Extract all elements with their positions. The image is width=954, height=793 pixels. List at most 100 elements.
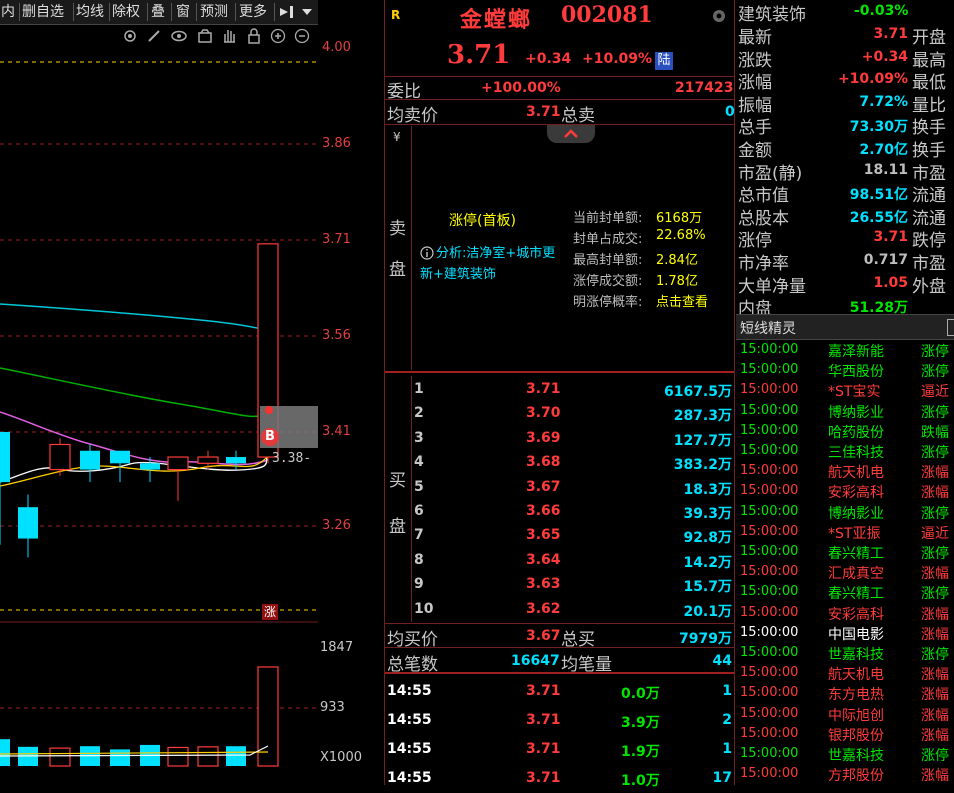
sprite-event-row[interactable]: 15:00:00 汇成真空 涨幅: [736, 562, 954, 582]
stats-panel: 建筑装饰 -0.03% 最新 3.71 开盘 涨跌 +0.34 最高 涨幅 +10.09% 最低…: [736, 0, 954, 785]
event-stock: 华西股份: [828, 364, 884, 381]
sprite-event-row[interactable]: 15:00:00 三佳科技 涨停: [736, 441, 954, 461]
volume-bar: [49, 747, 71, 767]
sprite-event-row[interactable]: 15:00:00 世嘉科技 涨停: [736, 744, 954, 764]
stat-label-right: 流通: [912, 208, 946, 229]
volume-axis-label: 1847: [320, 640, 354, 655]
sprite-event-row[interactable]: 15:00:00 春兴精工 涨停: [736, 582, 954, 602]
buy-order-row[interactable]: 3 3.69 127.7万: [385, 427, 734, 451]
event-stock: 银邦股份: [828, 727, 884, 744]
order-volume: 15.7万: [683, 579, 732, 596]
sprite-event-row[interactable]: 15:00:00 中际旭创 涨幅: [736, 704, 954, 724]
buy-order-row[interactable]: 1 3.71 6167.5万: [385, 378, 734, 402]
buy-order-row[interactable]: 5 3.67 18.3万: [385, 476, 734, 500]
candle-body[interactable]: [49, 443, 71, 471]
candle-body[interactable]: [110, 450, 130, 464]
buy-order-row[interactable]: 8 3.64 14.2万: [385, 549, 734, 573]
sprite-event-row[interactable]: 15:00:00 东方电热 涨幅: [736, 683, 954, 703]
buy-order-row[interactable]: 6 3.66 39.3万: [385, 500, 734, 524]
sprite-event-row[interactable]: 15:00:00 华西股份 涨停: [736, 360, 954, 380]
current-price-tag: 3.38-: [272, 451, 312, 466]
toolbar-item-remove-favorite[interactable]: 删自选: [22, 2, 64, 22]
event-type: 涨幅: [921, 768, 949, 785]
buy-order-row[interactable]: 7 3.65 92.8万: [385, 524, 734, 548]
event-type: 涨停: [921, 647, 949, 663]
sprite-event-row[interactable]: 15:00:00 哈药股份 跌幅: [736, 421, 954, 441]
sprite-event-row[interactable]: 15:00:00 中国电影 涨幅: [736, 623, 954, 643]
buy-order-row[interactable]: 2 3.70 287.3万: [385, 402, 734, 426]
stat-value: 7.72%: [859, 93, 908, 110]
sprite-event-row[interactable]: 15:00:00 *ST亚振 逼近: [736, 522, 954, 542]
buy-order-row[interactable]: 9 3.63 15.7万: [385, 573, 734, 597]
sprite-event-row[interactable]: 15:00:00 博纳影业 涨停: [736, 401, 954, 421]
volume-bar: [0, 739, 10, 766]
limit-up-marker: 涨: [262, 604, 278, 620]
seal-stat-value[interactable]: 点击查看: [656, 291, 708, 310]
sector-name[interactable]: 建筑装饰: [738, 0, 806, 25]
event-type: 涨停: [921, 404, 949, 421]
analysis-text[interactable]: 分析:洁净室+城市更新+建筑装饰: [420, 243, 560, 285]
tick-row: 14:55 3.71 1.9万 1: [385, 738, 734, 764]
stat-label: 总股本: [738, 208, 789, 229]
sprite-event-row[interactable]: 15:00:00 *ST宝实 逼近: [736, 380, 954, 400]
stat-value: 3.71: [873, 26, 908, 42]
total-buy-value: 7979万: [679, 631, 732, 647]
event-type: 涨停: [921, 546, 949, 562]
sprite-tab-edge[interactable]: [947, 319, 954, 336]
order-volume: 127.7万: [673, 432, 732, 449]
toolbar-item-ma[interactable]: 均线: [76, 2, 104, 22]
stat-value: 3.71: [873, 229, 908, 246]
candle-body[interactable]: [0, 431, 10, 483]
sprite-event-row[interactable]: 15:00:00 银邦股份 涨幅: [736, 724, 954, 744]
toolbar-item-predict[interactable]: 预测: [200, 2, 228, 22]
sprite-event-row[interactable]: 15:00:00 安彩高科 涨幅: [736, 481, 954, 501]
seal-stat-label: 涨停成交额:: [573, 274, 643, 289]
sprite-event-row[interactable]: 15:00:00 航天机电 涨幅: [736, 663, 954, 683]
expand-arrow-icon[interactable]: [279, 4, 295, 20]
candle-body[interactable]: [140, 463, 160, 470]
buy-marker[interactable]: B: [261, 428, 279, 446]
candle-body[interactable]: [197, 456, 219, 464]
event-time: 15:00:00: [740, 422, 799, 438]
volume-unit: X1000: [320, 750, 362, 765]
toolbar-item-ex-rights[interactable]: 除权: [112, 2, 140, 22]
event-stock: 世嘉科技: [828, 748, 884, 764]
gear-icon[interactable]: [711, 8, 727, 24]
sell-side-label: 盘: [389, 260, 406, 280]
sprite-event-row[interactable]: 15:00:00 嘉泽新能 涨停: [736, 340, 954, 360]
dropdown-arrow-icon[interactable]: [301, 8, 313, 16]
order-level: 2: [414, 405, 424, 422]
seal-stat-label: 最高封单额:: [573, 253, 643, 268]
candle-body[interactable]: [167, 456, 189, 471]
buy-order-row[interactable]: 10 3.62 20.1万: [385, 598, 734, 622]
tick-time: 14:55: [387, 712, 432, 728]
sprite-event-row[interactable]: 15:00:00 世嘉科技 涨停: [736, 643, 954, 663]
toolbar-item-window[interactable]: 窗: [176, 2, 190, 22]
toolbar-item-overlay[interactable]: 叠: [151, 2, 165, 22]
candle-body[interactable]: [18, 507, 38, 539]
tick-count: 1: [722, 741, 732, 757]
sprite-event-row[interactable]: 15:00:00 博纳影业 涨停: [736, 502, 954, 522]
price-axis: 4.00 3.86 3.71 3.56 3.41 3.26 1847 933 X…: [318, 24, 384, 785]
event-stock: 航天机电: [828, 667, 884, 684]
candle-body[interactable]: [226, 457, 246, 464]
sprite-event-row[interactable]: 15:00:00 春兴精工 涨停: [736, 542, 954, 562]
price-axis-label: 3.41: [322, 424, 351, 439]
sprite-event-row[interactable]: 15:00:00 方邦股份 涨幅: [736, 764, 954, 784]
event-stock: 三佳科技: [828, 445, 884, 461]
collapse-tab[interactable]: [547, 125, 595, 143]
sprite-event-row[interactable]: 15:00:00 航天机电 涨幅: [736, 461, 954, 481]
r-badge: R: [391, 8, 401, 22]
event-type: 涨停: [921, 445, 949, 461]
stat-value: 73.30万: [849, 119, 908, 136]
candle-body[interactable]: [80, 450, 100, 470]
order-level: 6: [414, 503, 424, 519]
stat-label: 市盈(静): [738, 163, 803, 184]
sprite-event-row[interactable]: 15:00:00 安彩高科 涨幅: [736, 603, 954, 623]
order-price: 3.66: [526, 503, 561, 519]
candlestick-chart[interactable]: [0, 24, 318, 785]
toolbar-item-more[interactable]: 更多: [239, 2, 267, 22]
order-price: 3.62: [526, 600, 561, 617]
toolbar-item-nei[interactable]: 内: [1, 2, 15, 22]
buy-order-row[interactable]: 4 3.68 383.2万: [385, 451, 734, 475]
